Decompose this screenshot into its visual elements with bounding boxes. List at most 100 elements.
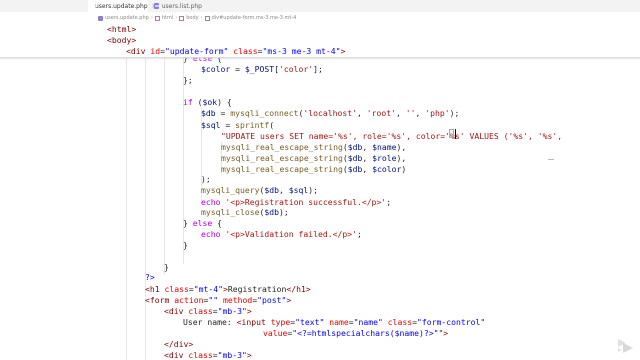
pluralsight-logo-icon	[618, 339, 633, 353]
tab-users-list[interactable]: users.list.php	[150, 0, 202, 12]
code-line[interactable]: } else {	[183, 218, 222, 229]
code-token: $role	[372, 153, 397, 163]
code-line[interactable]: };	[183, 75, 193, 86]
code-token: "form-control"	[416, 317, 486, 327]
code-line[interactable]: <div class="mb-3">	[164, 350, 252, 360]
code-token: >	[305, 284, 311, 294]
code-line[interactable]: <html>	[107, 24, 136, 35]
breadcrumb-item[interactable]: html	[162, 15, 173, 21]
code-token: ,	[362, 164, 373, 174]
code-line[interactable]: mysqli_real_escape_string($db, $name),	[221, 142, 406, 153]
code-line[interactable]: mysqli_real_escape_string($db, $color)	[221, 164, 406, 175]
code-token: div	[130, 46, 146, 56]
code-token: mysqli_close	[201, 207, 260, 217]
code-token: ];	[313, 64, 323, 74]
code-token: }	[164, 262, 169, 272]
breadcrumb-item[interactable]: users.update.php	[105, 15, 149, 21]
code-token: >	[188, 339, 194, 349]
code-line[interactable]: <h1 class="mt-4">Registration</h1>	[145, 284, 311, 295]
code-token: </	[286, 284, 297, 294]
code-line[interactable]: mysqli_query($db, $sql);	[201, 185, 318, 196]
code-token: body	[111, 35, 132, 45]
code-token: "update-form"	[165, 46, 229, 56]
indent-guide	[126, 57, 127, 360]
code-token: mysqli_real_escape_string	[221, 142, 343, 152]
code-token: ;	[356, 229, 362, 239]
text-cursor	[455, 129, 456, 139]
code-line[interactable]: $sql = sprintf(	[201, 120, 274, 131]
vertical-scrollbar[interactable]	[632, 24, 640, 360]
code-token: '<p>Registration successful.</p>'	[225, 197, 387, 207]
code-token: $db	[347, 142, 363, 152]
code-token: );	[308, 185, 318, 195]
code-token: "<?=htmlspecialchars($name)?>"	[292, 328, 439, 338]
code-line[interactable]: $db = mysqli_connect('localhost', 'root'…	[201, 108, 459, 119]
code-token: "mb-3"	[217, 306, 247, 316]
code-token: $_POST	[244, 64, 275, 74]
html-tag-icon	[154, 15, 160, 21]
code-token: ,	[362, 153, 373, 163]
tab-users-update[interactable]: users.update.php ×	[88, 0, 157, 12]
code-line[interactable]: <form action="" method="post">	[145, 295, 291, 306]
code-line[interactable]: value="<?=htmlspecialchars($name)?>"">	[263, 328, 448, 339]
code-token: if	[183, 97, 193, 107]
code-line[interactable]: <body>	[107, 35, 136, 46]
code-token: ,	[278, 185, 289, 195]
code-line[interactable]: }	[164, 262, 169, 273]
breadcrumb-item[interactable]: body	[186, 15, 198, 21]
breadcrumb-item[interactable]: div#update-form.ms-3.me-3.mt-4	[212, 15, 297, 21]
code-token: User name:	[183, 317, 237, 327]
php-file-icon	[98, 15, 103, 21]
code-line[interactable]: "UPDATE users SET name='%s', role='%s', …	[221, 131, 562, 142]
code-token: $sql	[201, 120, 221, 130]
tab-label: users.list.php	[161, 2, 202, 10]
code-token: $sql	[288, 185, 309, 195]
code-token: >	[131, 35, 137, 45]
code-token: }	[183, 240, 188, 250]
code-token: input	[241, 317, 266, 327]
code-token: ,	[415, 108, 426, 118]
code-token: else	[192, 218, 213, 228]
code-token: (	[269, 120, 275, 130]
code-token: ""	[208, 295, 219, 305]
code-token: >	[246, 306, 252, 316]
code-token: div	[168, 306, 184, 316]
code-token: $db	[264, 207, 279, 217]
code-token: "ms-3 me-3 mt-4"	[262, 46, 341, 56]
code-token: "name"	[353, 317, 383, 327]
code-token: "post"	[257, 295, 287, 305]
code-token: "mt-4"	[193, 284, 223, 294]
html-tag-icon	[204, 15, 210, 21]
code-line[interactable]: <div class="mb-3">	[164, 306, 252, 317]
code-token: );	[449, 108, 460, 118]
chevron-right-icon: ›	[175, 15, 178, 21]
code-line[interactable]: mysqli_real_escape_string($db, $role),	[221, 153, 406, 164]
code-token: ,	[395, 108, 406, 118]
indent-guide	[183, 57, 184, 264]
code-token: name	[329, 317, 349, 327]
code-line[interactable]: if ($ok) {	[183, 97, 232, 108]
code-token: sprintf	[235, 120, 270, 130]
code-token: form	[149, 295, 170, 305]
code-token: div	[168, 350, 184, 360]
code-line[interactable]: $color = $_POST['color'];	[201, 64, 323, 75]
code-token: mysqli_real_escape_string	[221, 164, 343, 174]
code-line[interactable]: ?>	[145, 272, 155, 283]
code-token: (	[192, 97, 203, 107]
code-token: html	[111, 24, 132, 34]
code-editor[interactable]: } else {$color = $_POST['color'];};if ($…	[0, 24, 640, 360]
code-line[interactable]: </div>	[164, 339, 193, 350]
code-line[interactable]: }	[183, 240, 188, 251]
code-line[interactable]: mysqli_close($db);	[201, 207, 289, 218]
code-token: "UPDATE users SET name='%s', role='%s', …	[221, 131, 455, 141]
code-line[interactable]: User name: <input type="text" name="name…	[183, 317, 485, 328]
html-tag-icon	[179, 15, 185, 21]
code-token: }	[183, 218, 193, 228]
code-line[interactable]: <div id="update-form" class="ms-3 me-3 m…	[126, 46, 345, 57]
code-token: $db	[201, 108, 216, 118]
code-token: $db	[347, 153, 363, 163]
code-token: ,	[362, 142, 373, 152]
code-token: 'color'	[279, 64, 314, 74]
code-line[interactable]: );	[201, 174, 211, 185]
code-line[interactable]: echo '<p>Validation failed.</p>';	[201, 229, 362, 240]
